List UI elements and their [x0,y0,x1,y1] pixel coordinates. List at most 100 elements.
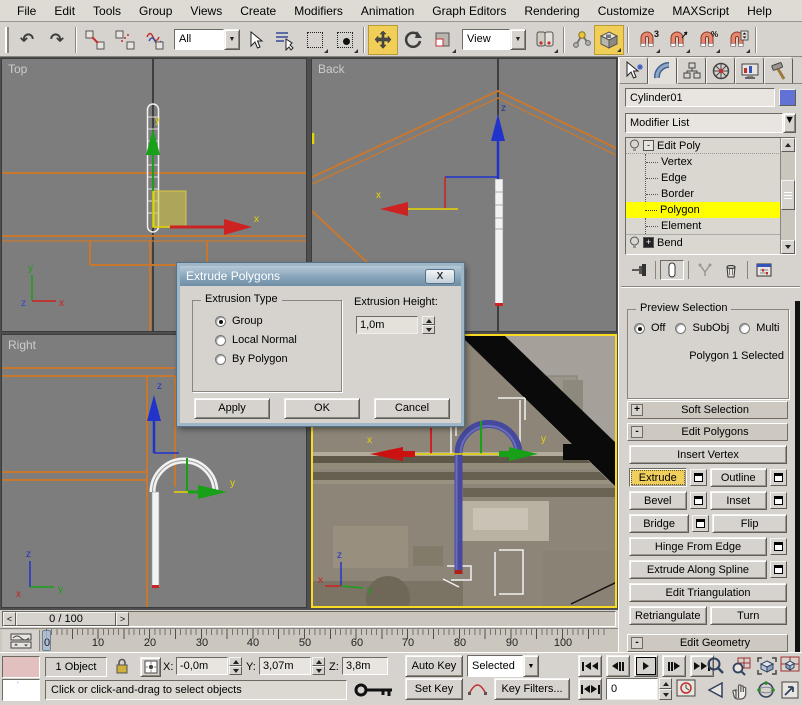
rollout-collapse-icon[interactable]: - [631,426,643,438]
object-name-field[interactable]: Cylinder01 [625,88,775,107]
x-spinner[interactable] [229,657,242,675]
select-and-rotate-button[interactable] [398,25,428,55]
panel-scroll-indicator[interactable] [795,301,800,705]
rollout-edit-polygons[interactable]: - Edit Polygons [627,423,788,441]
tab-motion[interactable] [706,57,735,84]
selection-filter-value[interactable]: All [174,29,224,50]
scroll-up-icon[interactable] [781,138,795,152]
reference-coordinate-dropdown-icon[interactable]: ▼ [510,29,526,50]
viewport-right-label[interactable]: Right [8,338,36,352]
pan-button[interactable] [730,680,750,703]
scroll-down-icon[interactable] [781,240,795,254]
select-by-name-button[interactable] [270,25,300,55]
inset-settings-button[interactable] [770,492,787,509]
spline-settings-button[interactable] [770,561,787,578]
undo-button[interactable]: ↶ [12,25,42,55]
edit-triangulation-button[interactable]: Edit Triangulation [629,583,787,602]
menu-group[interactable]: Group [130,1,181,21]
menu-modifiers[interactable]: Modifiers [285,1,352,21]
time-slider-track[interactable]: < 0 / 100 > [2,611,616,627]
unlink-selection-button[interactable] [110,25,140,55]
zoom-button[interactable] [706,656,726,679]
retriangulate-button[interactable]: Retriangulate [629,606,707,625]
menu-help[interactable]: Help [738,1,781,21]
maxscript-mini-listener-white[interactable]: ' [2,679,40,701]
stack-item-element[interactable]: Element [646,218,795,234]
selection-lock-toggle[interactable] [113,657,131,678]
menu-file[interactable]: File [8,1,45,21]
go-to-start-button[interactable] [578,655,602,677]
apply-button[interactable]: Apply [194,398,270,419]
dialog-title-bar[interactable]: Extrude Polygons X [180,266,461,286]
modifier-list-combo[interactable]: Modifier List ▼ [625,113,796,133]
spinner-snap-button[interactable] [722,25,752,55]
preview-off-radio[interactable]: Off [634,322,665,334]
use-pivot-point-center-button[interactable] [530,25,560,55]
hinge-from-edge-button[interactable]: Hinge From Edge [629,537,767,556]
select-object-button[interactable] [244,25,270,55]
menu-tools[interactable]: Tools [84,1,130,21]
modifier-list-value[interactable]: Modifier List [625,113,783,133]
bevel-settings-button[interactable] [690,492,707,509]
z-coordinate-field[interactable]: 3,8m [342,657,388,675]
zoom-extents-all-button[interactable] [780,656,800,679]
inset-button[interactable]: Inset [710,491,768,510]
set-keys-button[interactable] [352,679,398,703]
key-mode-toggle-button[interactable] [578,678,602,700]
extrude-settings-button[interactable] [690,469,707,486]
stack-item-border[interactable]: Border [646,186,795,202]
tab-modify[interactable] [648,57,677,84]
key-selection-value[interactable]: Selected [467,655,523,677]
tab-utilities[interactable] [764,57,793,84]
previous-frame-arrow[interactable]: < [3,612,16,626]
extrusion-type-by-polygon-radio[interactable]: By Polygon [215,353,341,365]
field-of-view-button[interactable] [706,680,726,703]
window-crossing-toggle-button[interactable] [330,25,360,55]
menu-maxscript[interactable]: MAXScript [663,1,738,21]
turn-button[interactable]: Turn [710,606,788,625]
stack-item-vertex[interactable]: Vertex [646,154,795,170]
toolbar-grip[interactable] [5,27,9,53]
scroll-thumb[interactable] [781,180,795,210]
previous-frame-button[interactable] [606,655,630,677]
extrusion-type-local-normal-radio[interactable]: Local Normal [215,334,341,346]
snap-3d-button[interactable]: 3 [632,25,662,55]
snaps-toggle-button[interactable] [594,25,624,55]
cancel-button[interactable]: Cancel [374,398,450,419]
zoom-all-button[interactable] [730,656,752,679]
x-coordinate-field[interactable]: -0,0m [176,657,228,675]
select-and-link-button[interactable] [80,25,110,55]
outline-settings-button[interactable] [770,469,787,486]
arc-rotate-button[interactable] [756,680,776,703]
object-color-swatch[interactable] [779,89,796,106]
menu-animation[interactable]: Animation [352,1,423,21]
modifier-list-dropdown-icon[interactable]: ▼ [783,113,796,133]
menu-rendering[interactable]: Rendering [515,1,588,21]
bridge-settings-button[interactable] [692,515,709,532]
tab-create[interactable] [619,57,648,84]
menu-customize[interactable]: Customize [589,1,664,21]
expand-box-icon[interactable]: + [643,237,654,248]
stack-item-polygon[interactable]: Polygon [626,202,795,218]
menu-create[interactable]: Create [231,1,285,21]
remove-modifier-button[interactable] [719,260,743,280]
extrude-along-spline-button[interactable]: Extrude Along Spline [629,560,767,579]
tab-hierarchy[interactable] [677,57,706,84]
y-coordinate-field[interactable]: 3,07m [259,657,311,675]
key-selection-combo[interactable]: Selected ▼ [467,655,539,677]
flip-button[interactable]: Flip [712,514,787,533]
select-and-manipulate-button[interactable] [568,25,594,55]
absolute-offset-toggle[interactable] [140,657,161,677]
preview-subobj-radio[interactable]: SubObj [675,322,729,334]
current-frame-field[interactable]: 0 [606,678,658,700]
key-selection-dropdown-icon[interactable]: ▼ [523,655,539,677]
rollout-soft-selection[interactable]: + Soft Selection [627,401,788,419]
extrusion-type-group-radio[interactable]: Group [215,315,341,327]
frame-spinner[interactable] [659,678,672,700]
auto-key-button[interactable]: Auto Key [405,655,463,677]
extrusion-height-field[interactable]: 1,0m [356,316,418,334]
stack-item-edge[interactable]: Edge [646,170,795,186]
reference-coordinate-combo[interactable]: View ▼ [462,29,526,50]
min-max-toggle-button[interactable] [780,680,800,703]
ok-button[interactable]: OK [284,398,360,419]
